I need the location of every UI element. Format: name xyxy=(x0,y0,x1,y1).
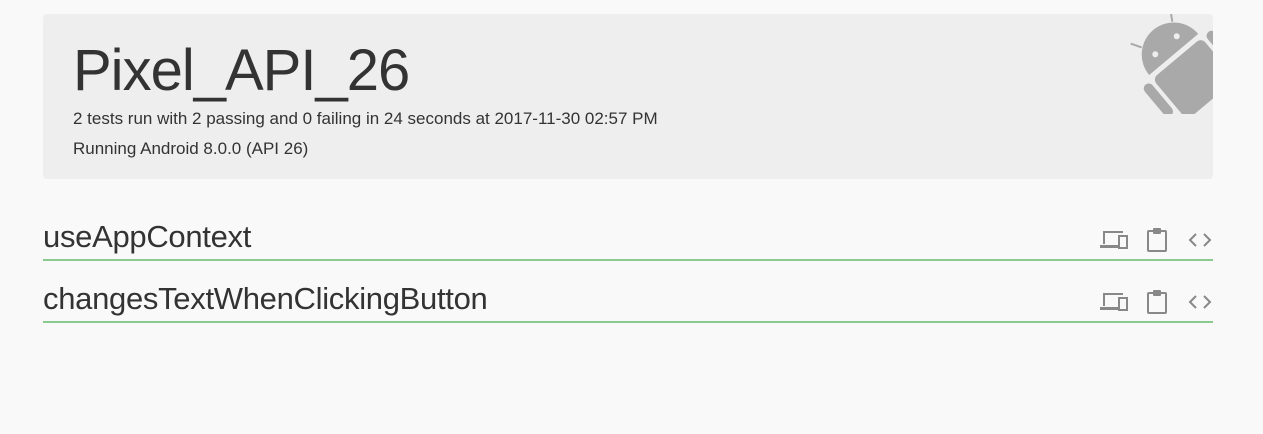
os-version: Running Android 8.0.0 (API 26) xyxy=(73,139,309,158)
android-robot-icon xyxy=(1130,14,1213,114)
test-summary: 2 tests run with 2 passing and 0 failing… xyxy=(73,109,658,128)
clipboard-icon xyxy=(1147,228,1167,252)
device-header: Pixel_API_26 2 tests run with 2 passing … xyxy=(43,14,1213,179)
test-name: changesTextWhenClickingButton xyxy=(43,281,488,316)
test-row: changesTextWhenClickingButton xyxy=(43,275,1213,323)
code-button[interactable] xyxy=(1187,289,1213,315)
devices-button[interactable] xyxy=(1099,227,1129,253)
test-actions xyxy=(1099,227,1213,253)
code-icon xyxy=(1188,295,1212,309)
code-button[interactable] xyxy=(1187,227,1213,253)
devices-icon xyxy=(1100,293,1128,311)
clipboard-button[interactable] xyxy=(1145,289,1169,315)
code-icon xyxy=(1188,233,1212,247)
test-name: useAppContext xyxy=(43,219,252,254)
test-row: useAppContext xyxy=(43,213,1213,261)
test-actions xyxy=(1099,289,1213,315)
devices-icon xyxy=(1100,231,1128,249)
devices-button[interactable] xyxy=(1099,289,1129,315)
device-name: Pixel_API_26 xyxy=(73,38,410,103)
clipboard-button[interactable] xyxy=(1145,227,1169,253)
clipboard-icon xyxy=(1147,290,1167,314)
